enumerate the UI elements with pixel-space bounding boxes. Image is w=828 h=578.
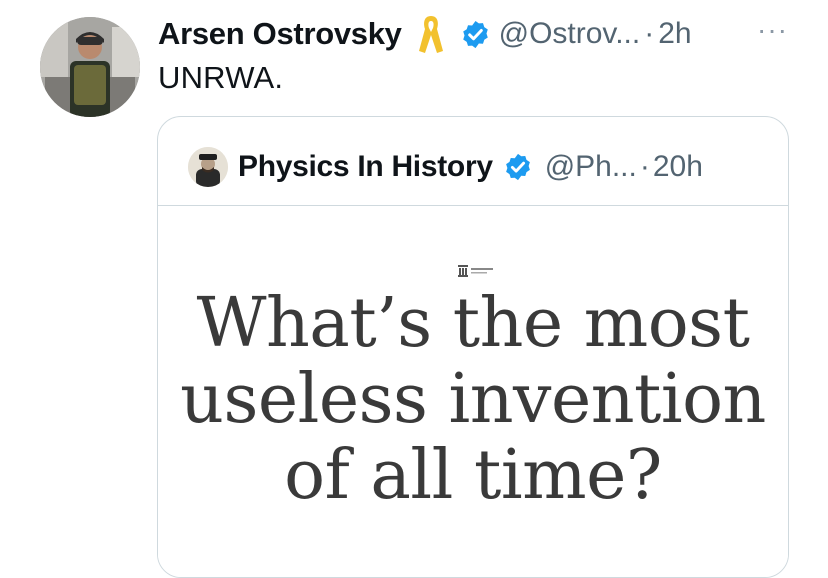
headline-line: useless invention (180, 360, 766, 439)
tweet-timestamp[interactable]: 2h (658, 17, 691, 51)
quoted-tweet-timestamp[interactable]: 20h (653, 150, 703, 184)
quoted-author-avatar[interactable] (188, 147, 228, 187)
quoted-tweet-header: Physics In History @Ph... · 20h (188, 145, 703, 189)
quoted-tweet-card[interactable]: Physics In History @Ph... · 20h What’s t… (157, 116, 789, 578)
author-avatar[interactable] (40, 17, 140, 117)
more-icon[interactable]: ··· (757, 14, 788, 46)
headline-line: of all time? (284, 436, 662, 515)
quoted-author-handle[interactable]: @Ph... (545, 150, 637, 184)
publication-logo-icon (458, 265, 493, 277)
quoted-avatar-photo (188, 147, 228, 187)
quoted-media-image[interactable]: What’s the most useless invention of all… (158, 206, 788, 577)
quoted-header-separator: · (639, 150, 650, 183)
yellow-ribbon-icon (418, 16, 443, 53)
author-handle[interactable]: @Ostrov... (499, 17, 641, 51)
verified-badge-icon (462, 20, 488, 48)
avatar-photo (40, 17, 140, 117)
headline-line: What’s the most (196, 284, 750, 363)
tweet-header: Arsen Ostrovsky @Ostrov... · 2h ··· (158, 12, 788, 56)
author-name[interactable]: Arsen Ostrovsky (158, 16, 402, 52)
tweet-text: UNRWA. (158, 60, 284, 95)
media-headline: What’s the most useless invention of all… (158, 286, 788, 514)
quoted-author-name[interactable]: Physics In History (238, 150, 493, 184)
quoted-verified-badge-icon (505, 153, 530, 181)
header-separator: · (644, 17, 655, 50)
